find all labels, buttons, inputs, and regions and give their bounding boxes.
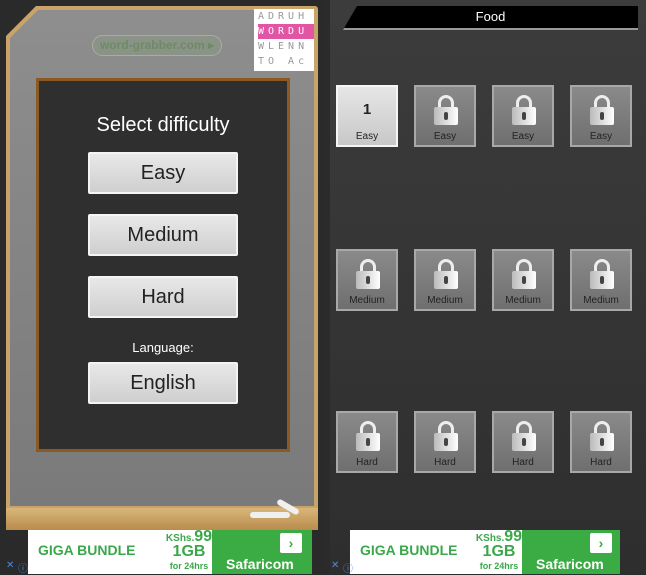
ad-banner[interactable]: GIGA BUNDLE KShs.99 1GB for 24hrs › Safari… bbox=[350, 530, 620, 574]
level-tile[interactable]: Hard bbox=[570, 411, 632, 473]
lock-icon bbox=[356, 421, 380, 451]
lock-icon bbox=[434, 95, 458, 125]
level-difficulty-label: Hard bbox=[512, 457, 534, 468]
logo-row: ADRUH bbox=[258, 11, 309, 22]
ad-headline: GIGA BUNDLE bbox=[360, 542, 458, 558]
level-difficulty-label: Medium bbox=[583, 295, 619, 306]
ad-arrow-icon[interactable]: › bbox=[280, 533, 302, 553]
ad-headline: GIGA BUNDLE bbox=[38, 542, 136, 558]
ad-arrow-icon[interactable]: › bbox=[590, 533, 612, 553]
level-difficulty-label: Easy bbox=[511, 131, 535, 142]
medium-button[interactable]: Medium bbox=[88, 214, 238, 256]
level-tile[interactable]: Easy bbox=[414, 85, 476, 147]
level-difficulty-label: Easy bbox=[355, 131, 379, 142]
level-tile[interactable]: Hard bbox=[492, 411, 554, 473]
ad-brand: Safaricom bbox=[226, 556, 294, 572]
ad-info-icon[interactable]: ⓘ bbox=[18, 560, 28, 575]
logo-row: WLENN bbox=[258, 41, 309, 52]
level-difficulty-label: Medium bbox=[505, 295, 541, 306]
lock-icon bbox=[512, 421, 536, 451]
logo-row: WORDU bbox=[258, 24, 314, 39]
ad-duration: for 24hrs bbox=[169, 561, 209, 571]
ad-offer: KShs.99 1GB for 24hrs bbox=[162, 530, 216, 573]
language-button[interactable]: English bbox=[88, 362, 238, 404]
level-tile[interactable]: 1 Easy bbox=[336, 85, 398, 147]
lock-icon bbox=[434, 421, 458, 451]
ad-banner[interactable]: GIGA BUNDLE KShs.99 1GB for 24hrs › Safari… bbox=[28, 530, 312, 574]
hard-button[interactable]: Hard bbox=[88, 276, 238, 318]
level-difficulty-label: Hard bbox=[590, 457, 612, 468]
ad-close-icon[interactable]: ✕ bbox=[6, 560, 14, 571]
level-tile[interactable]: Easy bbox=[492, 85, 554, 147]
level-difficulty-label: Easy bbox=[589, 131, 613, 142]
ad-brand-panel: › Safaricom bbox=[522, 530, 620, 574]
level-tile[interactable]: Medium bbox=[336, 249, 398, 311]
level-tile[interactable]: Hard bbox=[336, 411, 398, 473]
lock-icon bbox=[590, 259, 614, 289]
ad-offer: KShs.99 1GB for 24hrs bbox=[472, 530, 526, 573]
level-number: 1 bbox=[362, 101, 372, 118]
level-difficulty-label: Hard bbox=[434, 457, 456, 468]
lock-icon bbox=[590, 421, 614, 451]
level-difficulty-label: Hard bbox=[356, 457, 378, 468]
category-header: Food bbox=[343, 6, 638, 30]
lock-icon bbox=[434, 259, 458, 289]
level-tile[interactable]: Medium bbox=[570, 249, 632, 311]
ad-duration: for 24hrs bbox=[479, 561, 519, 571]
chalk-piece-icon bbox=[250, 512, 290, 518]
level-tile[interactable]: Medium bbox=[492, 249, 554, 311]
lock-icon bbox=[512, 95, 536, 125]
page-title: Select difficulty bbox=[96, 114, 230, 136]
level-difficulty-label: Medium bbox=[427, 295, 463, 306]
lock-icon bbox=[356, 259, 380, 289]
ad-data-amount: 1GB bbox=[482, 543, 516, 560]
ad-brand: Safaricom bbox=[536, 556, 604, 572]
lock-icon bbox=[590, 95, 614, 125]
word-app-promo-logo[interactable]: ADRUH WORDU WLENN TO Ac bbox=[254, 9, 314, 71]
easy-button[interactable]: Easy bbox=[88, 152, 238, 194]
level-tile[interactable]: Easy bbox=[570, 85, 632, 147]
lock-icon bbox=[512, 259, 536, 289]
level-difficulty-label: Medium bbox=[349, 295, 385, 306]
ad-info-icon[interactable]: ⓘ bbox=[343, 560, 353, 575]
level-tile[interactable]: Medium bbox=[414, 249, 476, 311]
level-tile[interactable]: Hard bbox=[414, 411, 476, 473]
language-label: Language: bbox=[132, 340, 194, 355]
ad-close-icon[interactable]: ✕ bbox=[331, 560, 339, 571]
website-link[interactable]: word-grabber.com ▸ bbox=[92, 35, 222, 56]
logo-row: TO Ac bbox=[258, 56, 309, 67]
ad-brand-panel: › Safaricom bbox=[212, 530, 312, 574]
ad-data-amount: 1GB bbox=[172, 543, 206, 560]
difficulty-screen: word-grabber.com ▸ ADRUH WORDU WLENN TO … bbox=[0, 0, 326, 575]
level-difficulty-label: Easy bbox=[433, 131, 457, 142]
